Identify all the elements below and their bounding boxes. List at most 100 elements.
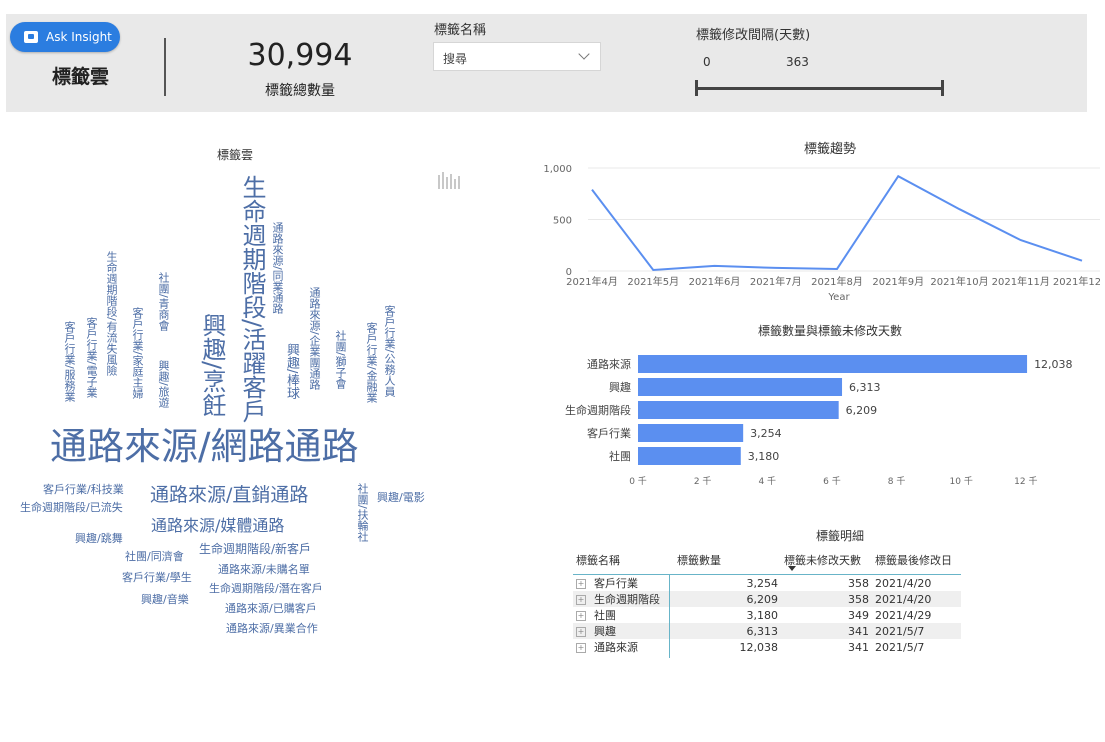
cloud-word[interactable]: 客戶行業/服務業	[63, 321, 76, 402]
tag-name: 興趣	[594, 625, 616, 638]
cloud-word[interactable]: 興趣/跳舞	[75, 533, 123, 544]
days-cell: 358	[781, 591, 872, 607]
cloud-word[interactable]: 通路來源/異業合作	[226, 623, 318, 634]
page-title: 標籤雲	[52, 66, 110, 88]
cloud-word[interactable]: 客戶行業/電子業	[85, 317, 98, 398]
x-tick-label: 2021年6月	[689, 275, 741, 288]
cloud-word[interactable]: 社團/扶輪社	[356, 483, 369, 542]
x-tick-label: 2 千	[694, 476, 712, 487]
column-header[interactable]: 標籤最後修改日	[872, 546, 961, 575]
x-tick-label: 8 千	[888, 476, 906, 487]
x-tick-label: 6 千	[823, 476, 841, 487]
expand-icon[interactable]: +	[576, 579, 586, 589]
expand-icon[interactable]: +	[576, 595, 586, 605]
bar	[638, 424, 744, 442]
expand-icon[interactable]: +	[576, 627, 586, 637]
bar	[638, 355, 1028, 373]
table-row[interactable]: + 社團 3,180 349 2021/4/29	[573, 607, 961, 623]
count-cell: 6,313	[674, 623, 781, 639]
slider-track[interactable]	[697, 87, 943, 90]
cloud-word[interactable]: 客戶行業/公務人員	[383, 305, 396, 397]
date-cell: 2021/5/7	[875, 640, 925, 654]
x-tick-label: 2021年10月	[930, 275, 988, 288]
category-label: 生命週期階段	[565, 403, 631, 417]
cloud-word[interactable]: 通路來源/網路通路	[50, 428, 358, 465]
name-cell: + 客戶行業	[573, 575, 674, 592]
bar	[638, 378, 843, 396]
slider-title: 標籤修改間隔(天數)	[696, 28, 811, 43]
cloud-word[interactable]: 生命週期階段/潛在客戶	[209, 583, 323, 594]
cloud-word[interactable]: 生命週期階段/新客戶	[199, 543, 311, 555]
cloud-word[interactable]: 通路來源/媒體通路	[151, 518, 284, 534]
expand-icon[interactable]: +	[576, 643, 586, 653]
x-tick-label: 2021年4月	[566, 275, 618, 288]
cloud-word[interactable]: 客戶行業/科技業	[43, 484, 124, 495]
divider	[164, 38, 166, 96]
x-tick-label: 4 千	[758, 476, 776, 487]
name-cell: + 社團	[573, 607, 674, 623]
table-header-row: 標籤名稱 標籤數量 標籤未修改天數 標籤最後修改日	[573, 546, 961, 575]
cloud-word[interactable]: 通路來源/未購名單	[218, 564, 310, 575]
days-cell: 341	[848, 640, 869, 654]
category-label: 客戶行業	[587, 426, 631, 440]
x-tick-label: 2021年8月	[811, 275, 863, 288]
cloud-word[interactable]: 興趣/音樂	[141, 594, 189, 605]
category-label: 社團	[609, 449, 631, 463]
cloud-word[interactable]: 通路來源/同業通路	[271, 222, 284, 314]
count-cell: 3,180	[746, 608, 779, 622]
x-tick-label: 2021年9月	[872, 275, 924, 288]
cloud-word[interactable]: 生命週期階段/有流失風險	[105, 251, 118, 376]
days-cell: 358	[848, 576, 869, 590]
y-tick-label: 500	[553, 216, 572, 227]
bar-chart-title: 標籤數量與標籤未修改天數	[757, 324, 902, 338]
cloud-word[interactable]: 社團/獅子會	[334, 330, 347, 389]
slider-min-handle[interactable]	[695, 80, 698, 96]
column-header[interactable]: 標籤未修改天數	[781, 546, 872, 575]
cloud-word[interactable]: 客戶行業/家庭主婦	[131, 307, 144, 399]
cloud-word[interactable]: 興趣/電影	[377, 492, 425, 503]
cloud-word[interactable]: 通路來源/企業團通路	[308, 287, 321, 390]
chat-icon	[24, 31, 38, 43]
name-cell: + 興趣	[573, 623, 674, 639]
cloud-word[interactable]: 客戶行業/金融業	[365, 322, 378, 403]
x-tick-label: 2021年12月	[1053, 275, 1100, 288]
expand-icon[interactable]: +	[576, 611, 586, 621]
category-label: 興趣	[609, 380, 631, 394]
tag-name-dropdown[interactable]: 搜尋	[433, 42, 601, 71]
slider-max-handle[interactable]	[941, 80, 944, 96]
table-row[interactable]: + 生命週期階段 6,209 358 2021/4/20	[573, 591, 961, 607]
trend-chart-title: 標籤趨勢	[803, 142, 856, 157]
cloud-word[interactable]: 通路來源/直銷通路	[150, 486, 308, 505]
chevron-down-icon	[578, 48, 590, 60]
column-divider	[669, 574, 670, 658]
series-line	[591, 174, 1083, 272]
cloud-word[interactable]: 興趣/旅遊	[157, 360, 170, 408]
cloud-word[interactable]: 客戶行業/學生	[122, 572, 192, 583]
x-tick-label: 10 千	[950, 476, 973, 487]
cloud-word[interactable]: 社團/青商會	[157, 272, 170, 331]
cloud-word[interactable]: 通路來源/已購客戶	[225, 603, 317, 614]
tag-name: 生命週期階段	[594, 593, 660, 606]
column-header[interactable]: 標籤數量	[674, 546, 781, 575]
table-row[interactable]: + 興趣 6,313 341 2021/5/7	[573, 623, 961, 639]
table-row[interactable]: + 客戶行業 3,254 358 2021/4/20	[573, 575, 961, 592]
cloud-word[interactable]: 社團/同濟會	[125, 551, 184, 562]
category-label: 通路來源	[587, 357, 631, 371]
column-header[interactable]: 標籤名稱	[573, 546, 674, 575]
visual-logo-icon-svg	[438, 172, 460, 189]
x-tick-label: 2021年5月	[627, 275, 679, 288]
date-cell: 2021/5/7	[872, 623, 961, 639]
ask-insight-button[interactable]: Ask Insight	[10, 22, 120, 52]
cloud-word[interactable]: 興趣/棒球	[284, 343, 299, 399]
cloud-word[interactable]: 興趣/烹飪	[198, 313, 226, 417]
tag-name: 客戶行業	[594, 577, 638, 590]
date-cell: 2021/4/29	[875, 608, 932, 622]
days-cell: 349	[848, 608, 869, 622]
tag-name: 通路來源	[594, 641, 638, 654]
x-tick-label: 2021年7月	[750, 275, 802, 288]
cloud-word[interactable]: 生命週期階段/活躍客戶	[238, 175, 266, 423]
cloud-word[interactable]: 生命週期階段/已流失	[20, 502, 123, 513]
table-row[interactable]: + 通路來源 12,038 341 2021/5/7	[573, 639, 961, 655]
data-label: 12,038	[1034, 358, 1073, 371]
count-cell: 6,209	[674, 591, 781, 607]
